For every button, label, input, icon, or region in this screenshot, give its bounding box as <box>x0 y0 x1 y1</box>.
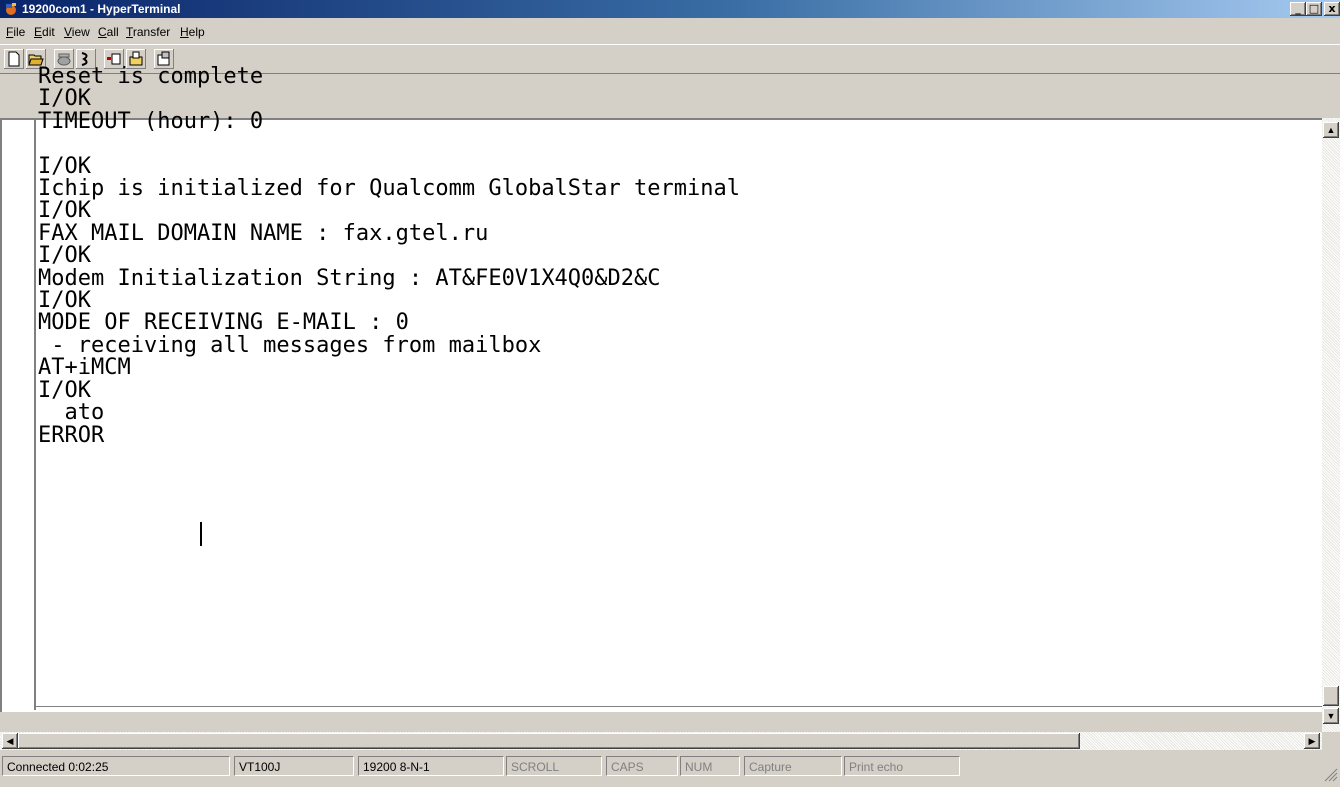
scroll-left-button[interactable]: ◀ <box>2 733 18 749</box>
minimize-button[interactable]: _ <box>1290 2 1306 16</box>
scroll-right-button[interactable]: ▶ <box>1304 733 1320 749</box>
terminal-line: I/OK <box>38 86 91 112</box>
close-button[interactable]: x <box>1324 2 1340 16</box>
terminal-line: - receiving all messages from mailbox <box>38 332 542 358</box>
menu-transfer[interactable]: Transfer <box>126 25 170 39</box>
horizontal-scrollbar[interactable]: ◀ ▶ <box>0 732 1322 750</box>
terminal-line: Reset is complete <box>38 64 264 89</box>
terminal-bottom-edge <box>36 706 1322 710</box>
menu-edit[interactable]: Edit <box>34 25 55 39</box>
vertical-scrollbar[interactable]: ▲ ▼ <box>1322 118 1340 732</box>
menu-view[interactable]: View <box>64 25 90 39</box>
terminal-output: Reset is complete I/OK TIMEOUT (hour): 0 I… <box>38 64 740 448</box>
terminal-line: ato <box>38 400 105 426</box>
terminal-line: AT+iMCM <box>38 355 131 381</box>
terminal-line: I/OK <box>38 243 91 269</box>
hyperterminal-app-icon <box>6 3 16 15</box>
text-cursor <box>200 522 202 546</box>
status-bar: Connected 0:02:25 VT100J 19200 8-N-1 SCR… <box>0 752 1340 787</box>
terminal-line: Ichip is initialized for Qualcomm Global… <box>38 176 740 202</box>
terminal-line: MODE OF RECEIVING E-MAIL : 0 <box>38 310 409 336</box>
maximize-button[interactable]: □ <box>1306 2 1322 16</box>
menu-help[interactable]: Help <box>180 25 205 39</box>
terminal-line: TIMEOUT (hour): 0 <box>38 108 264 134</box>
terminal-line: FAX MAIL DOMAIN NAME : fax.gtel.ru <box>38 220 489 246</box>
terminal-line: I/OK <box>38 377 91 403</box>
resize-grip-icon[interactable] <box>1322 766 1338 782</box>
scroll-down-button[interactable]: ▼ <box>1323 708 1339 724</box>
scroll-up-button[interactable]: ▲ <box>1323 122 1339 138</box>
window-title: 19200com1 - HyperTerminal <box>22 2 181 16</box>
terminal-line: I/OK <box>38 153 91 179</box>
status-scroll: SCROLL <box>506 756 602 776</box>
status-settings: 19200 8-N-1 <box>358 756 504 776</box>
status-capture: Capture <box>744 756 842 776</box>
horizontal-scroll-thumb[interactable] <box>18 733 1080 749</box>
terminal-line: I/OK <box>38 288 91 314</box>
status-num: NUM <box>680 756 740 776</box>
vertical-scroll-thumb[interactable] <box>1323 686 1339 706</box>
status-emulation: VT100J <box>234 756 354 776</box>
status-caps: CAPS <box>606 756 678 776</box>
title-bar[interactable]: 19200com1 - HyperTerminal _ □ x <box>0 0 1340 18</box>
status-print-echo: Print echo <box>844 756 960 776</box>
status-connected: Connected 0:02:25 <box>2 756 230 776</box>
terminal-left-margin <box>4 120 36 710</box>
terminal-line: Modem Initialization String : AT&FE0V1X4… <box>38 265 661 291</box>
terminal-line: ERROR <box>38 422 105 448</box>
new-connection-button[interactable] <box>4 49 24 69</box>
terminal-line: I/OK <box>38 198 91 224</box>
menu-call[interactable]: Call <box>98 25 119 39</box>
new-document-icon <box>8 51 20 67</box>
menu-file[interactable]: File <box>6 25 25 39</box>
menu-bar: File Edit View Call Transfer Help <box>0 22 1340 42</box>
